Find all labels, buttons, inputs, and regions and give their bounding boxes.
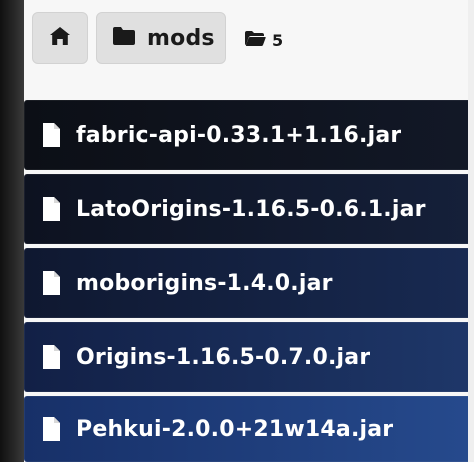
folder-count: 5 — [244, 28, 283, 52]
file-icon — [40, 195, 62, 223]
file-name: Origins-1.16.5-0.7.0.jar — [76, 344, 371, 370]
file-row[interactable]: fabric-api-0.33.1+1.16.jar — [24, 100, 474, 170]
right-gutter — [468, 0, 474, 462]
folder-icon — [111, 25, 137, 51]
folder-open-icon — [244, 29, 266, 51]
screen: mods 5 fabric-api-0.33.1+1.16.jar LatoOr… — [0, 0, 474, 462]
home-icon — [48, 24, 72, 52]
file-name: LatoOrigins-1.16.5-0.6.1.jar — [76, 196, 426, 222]
breadcrumb: mods 5 — [24, 0, 474, 88]
file-name: fabric-api-0.33.1+1.16.jar — [76, 122, 402, 148]
file-icon — [40, 269, 62, 297]
home-button[interactable] — [32, 12, 88, 64]
file-icon — [40, 121, 62, 149]
breadcrumb-mods-button[interactable]: mods — [96, 12, 226, 64]
file-row[interactable]: Origins-1.16.5-0.7.0.jar — [24, 322, 474, 392]
file-row[interactable]: Pehkui-2.0.0+21w14a.jar — [24, 396, 474, 462]
file-row[interactable]: LatoOrigins-1.16.5-0.6.1.jar — [24, 174, 474, 244]
file-icon — [40, 343, 62, 371]
file-name: moborigins-1.4.0.jar — [76, 270, 333, 296]
left-edge-shadow — [0, 0, 24, 462]
file-icon — [40, 415, 62, 443]
folder-count-value: 5 — [272, 30, 284, 50]
file-row[interactable]: moborigins-1.4.0.jar — [24, 248, 474, 318]
breadcrumb-mods-label: mods — [147, 25, 215, 51]
file-name: Pehkui-2.0.0+21w14a.jar — [76, 416, 394, 442]
file-browser: mods 5 fabric-api-0.33.1+1.16.jar LatoOr… — [24, 0, 474, 462]
file-list: fabric-api-0.33.1+1.16.jar LatoOrigins-1… — [24, 92, 474, 462]
